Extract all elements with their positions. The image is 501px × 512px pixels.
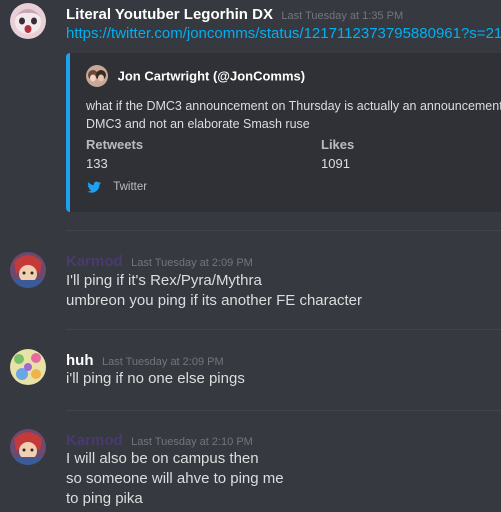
message-group: Literal Youtuber Legorhin DX Last Tuesda… [0,0,501,225]
embed-field-retweets: Retweets 133 [86,137,143,171]
avatar-anime-face-icon [10,3,46,39]
message-header: huh Last Tuesday at 2:09 PM [66,352,224,370]
message-text: so someone will ahve to ping me [66,470,284,487]
avatar-character-icon [10,252,46,288]
message-text: I will also be on campus then [66,450,259,467]
embed-author[interactable]: Jon Cartwright (@JonComms) [86,65,305,87]
message-divider [66,329,501,330]
embed-author-avatar [86,65,108,87]
embed-footer-text: Twitter [113,181,148,193]
message-group: huh Last Tuesday at 2:09 PM i'll ping if… [0,343,501,413]
message-header: Karmod Last Tuesday at 2:10 PM [66,432,253,450]
tweet-link[interactable]: https://twitter.com/joncomms/status/1217… [66,24,501,44]
message-header: Literal Youtuber Legorhin DX Last Tuesda… [66,6,403,24]
timestamp: Last Tuesday at 2:09 PM [101,356,224,368]
field-name: Likes [321,137,355,152]
timestamp: Last Tuesday at 2:09 PM [131,257,253,269]
message-text: umbreon you ping if its another FE chara… [66,292,362,309]
username[interactable]: Karmod [66,432,123,449]
message-text: to ping pika [66,490,143,507]
avatar[interactable] [10,3,46,39]
chat-log: Literal Youtuber Legorhin DX Last Tuesda… [0,0,501,512]
twitter-embed: Jon Cartwright (@JonComms) what if the D… [66,53,501,212]
avatar-colorful-icon [10,349,46,385]
embed-description-line: DMC3 and not an elaborate Smash ruse [86,117,310,131]
avatar[interactable] [10,349,46,385]
field-value: 1091 [321,156,350,171]
avatar[interactable] [10,252,46,288]
timestamp: Last Tuesday at 1:35 PM [281,10,404,22]
message-header: Karmod Last Tuesday at 2:09 PM [66,253,253,271]
embed-description: what if the DMC3 announcement on Thursda… [86,97,501,133]
timestamp: Last Tuesday at 2:10 PM [131,436,253,448]
embed-description-line: what if the DMC3 announcement on Thursda… [86,99,501,113]
username[interactable]: Literal Youtuber Legorhin DX [66,6,273,23]
embed-field-likes: Likes 1091 [321,137,354,171]
field-value: 133 [86,156,108,171]
avatar[interactable] [10,429,46,465]
avatar-character-icon [10,429,46,465]
message-divider [66,230,501,231]
message-text: I'll ping if it's Rex/Pyra/Mythra [66,272,262,289]
username[interactable]: Karmod [66,253,123,270]
embed-author-name: Jon Cartwright (@JonComms) [117,68,306,84]
message-group: Karmod Last Tuesday at 2:09 PM I'll ping… [0,245,501,330]
message-divider [66,410,501,411]
message-group: Karmod Last Tuesday at 2:10 PM I will al… [0,424,501,512]
embed-footer: Twitter [86,179,147,195]
username[interactable]: huh [66,352,94,369]
message-text: i'll ping if no one else pings [66,370,245,387]
field-name: Retweets [86,137,144,152]
twitter-bird-icon [87,181,101,193]
